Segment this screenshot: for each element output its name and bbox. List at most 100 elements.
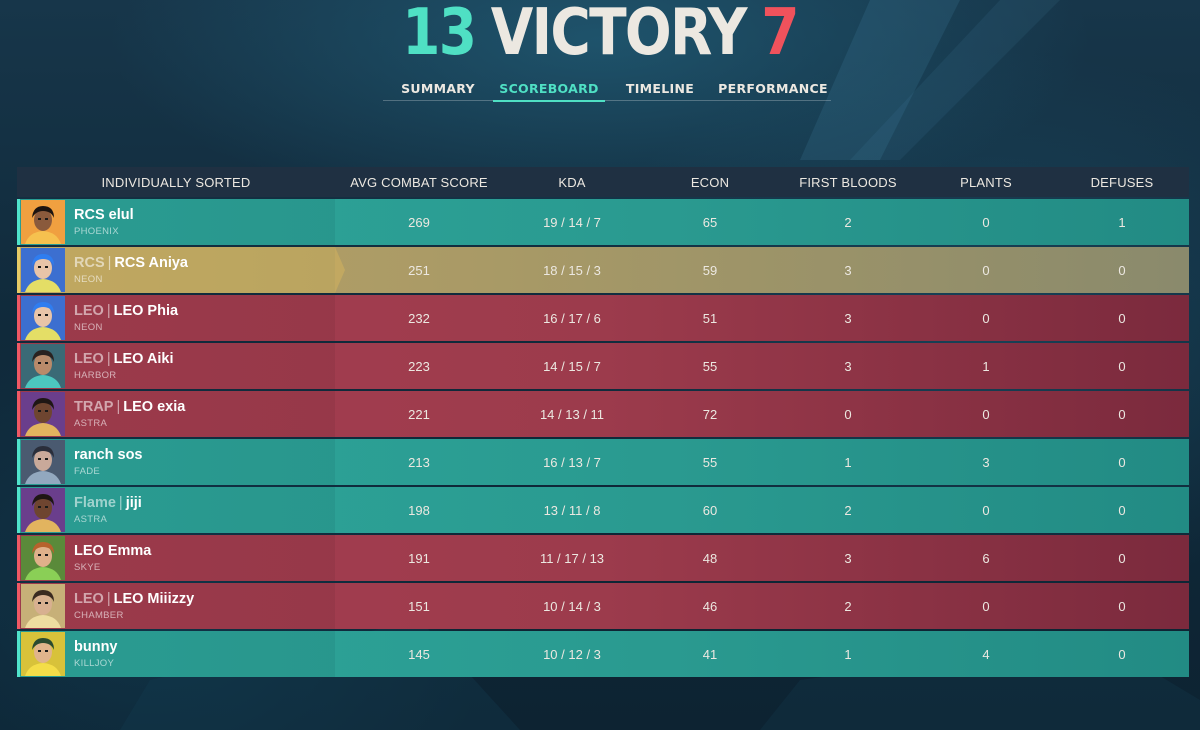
- player-agent-name: PHOENIX: [74, 226, 119, 237]
- astra-portrait-icon[interactable]: [21, 488, 65, 532]
- player-agent-name: NEON: [74, 274, 103, 285]
- player-team-tag: TRAP: [74, 398, 114, 415]
- kda-value: 16 / 13 / 7: [543, 454, 601, 470]
- player-identity: ranch sos FADE: [74, 446, 143, 477]
- player-name-cell: LEO | LEO Aiki HARBOR: [17, 343, 335, 389]
- phoenix-portrait-icon[interactable]: [21, 200, 65, 244]
- plants-value: 0: [982, 406, 990, 422]
- neon-portrait-icon[interactable]: [21, 248, 65, 292]
- kda-value: 18 / 15 / 3: [543, 262, 601, 278]
- player-name[interactable]: LEO Emma: [74, 543, 151, 559]
- player-display-name: bunny: [74, 638, 118, 655]
- plants-value: 0: [982, 598, 990, 614]
- player-name-cell: LEO | LEO Miiizzy CHAMBER: [17, 583, 335, 629]
- acs-value: 223: [408, 358, 430, 374]
- player-row-1[interactable]: RCS elul PHOENIX 269 19 / 14 / 7 65 2 0 …: [17, 199, 1189, 245]
- player-name[interactable]: RCS elul: [74, 207, 134, 223]
- player-display-name: ranch sos: [74, 446, 143, 463]
- plants-value: 0: [982, 262, 990, 278]
- fade-portrait-icon[interactable]: [21, 440, 65, 484]
- kda-value: 19 / 14 / 7: [543, 214, 601, 230]
- player-display-name: RCS Aniya: [114, 254, 188, 271]
- player-agent-name: KILLJOY: [74, 658, 115, 669]
- acs-value: 232: [408, 310, 430, 326]
- econ-value: 65: [702, 214, 718, 230]
- player-team-tag: LEO: [74, 590, 104, 607]
- defuses-value: 0: [1118, 454, 1126, 470]
- team-tag-separator: |: [116, 398, 121, 415]
- acs-value: 221: [408, 406, 430, 422]
- header-individually-sorted[interactable]: INDIVIDUALLY SORTED: [17, 175, 335, 190]
- kda-value: 10 / 14 / 3: [543, 598, 601, 614]
- player-name[interactable]: Flame | jiji: [74, 494, 142, 511]
- plants-value: 6: [982, 550, 990, 566]
- player-name[interactable]: ranch sos: [74, 446, 143, 463]
- team-tag-separator: |: [106, 590, 111, 607]
- header-plants[interactable]: PLANTS: [917, 175, 1055, 190]
- plants-value: 0: [982, 310, 990, 326]
- player-row-3[interactable]: LEO | LEO Phia NEON 232 16 / 17 / 6 51 3 0…: [17, 295, 1189, 341]
- kda-value: 14 / 15 / 7: [543, 358, 601, 374]
- match-result: VICTORY: [490, 0, 748, 70]
- header-econ[interactable]: ECON: [641, 175, 779, 190]
- player-name[interactable]: LEO | LEO Aiki: [74, 351, 173, 367]
- killjoy-portrait-icon[interactable]: [21, 632, 65, 676]
- player-name[interactable]: LEO | LEO Miiizzy: [74, 590, 194, 607]
- tab-timeline[interactable]: TIMELINE: [605, 78, 715, 100]
- player-agent-name: SKYE: [74, 562, 101, 573]
- econ-value: 60: [702, 502, 718, 518]
- tab-scoreboard[interactable]: SCOREBOARD: [493, 78, 605, 102]
- player-row-9[interactable]: LEO | LEO Miiizzy CHAMBER 151 10 / 14 / 3 …: [17, 583, 1189, 629]
- match-score-header: 13 VICTORY 7: [84, 0, 1116, 70]
- player-identity: LEO | LEO Phia NEON: [74, 302, 178, 333]
- acs-value: 198: [408, 502, 430, 518]
- player-team-tag: Flame: [74, 494, 116, 511]
- header-kda[interactable]: KDA: [503, 175, 641, 190]
- player-name-cell: LEO | LEO Phia NEON: [17, 295, 335, 341]
- player-name[interactable]: LEO | LEO Phia: [74, 302, 178, 319]
- player-identity: RCS | RCS Aniya NEON: [74, 254, 188, 285]
- player-row-6[interactable]: ranch sos FADE 213 16 / 13 / 7 55 1 3 0: [17, 439, 1189, 485]
- econ-value: 59: [702, 262, 718, 278]
- header-defuses[interactable]: DEFUSES: [1055, 175, 1189, 190]
- player-name-cell: Flame | jiji ASTRA: [17, 487, 335, 533]
- team-tag-separator: |: [106, 302, 111, 319]
- first-bloods-value: 3: [844, 310, 852, 326]
- econ-value: 72: [702, 406, 718, 422]
- tab-performance[interactable]: PERFORMANCE: [715, 78, 831, 100]
- player-agent-name: NEON: [74, 322, 103, 333]
- player-row-4[interactable]: LEO | LEO Aiki HARBOR 223 14 / 15 / 7 55 3…: [17, 343, 1189, 389]
- econ-value: 51: [702, 310, 718, 326]
- player-row-7[interactable]: Flame | jiji ASTRA 198 13 / 11 / 8 60 2 0 …: [17, 487, 1189, 533]
- team-score: 13: [402, 0, 477, 70]
- plants-value: 0: [982, 214, 990, 230]
- acs-value: 213: [408, 454, 430, 470]
- player-agent-name: ASTRA: [74, 514, 108, 525]
- neon-portrait-icon[interactable]: [21, 296, 65, 340]
- header-first-bloods[interactable]: FIRST BLOODS: [779, 175, 917, 190]
- player-name[interactable]: bunny: [74, 638, 118, 655]
- astra-portrait-icon[interactable]: [21, 392, 65, 436]
- defuses-value: 0: [1118, 406, 1126, 422]
- first-bloods-value: 1: [844, 646, 852, 662]
- kda-value: 13 / 11 / 8: [543, 502, 601, 518]
- player-name[interactable]: RCS | RCS Aniya: [74, 254, 188, 271]
- player-name[interactable]: TRAP | LEO exia: [74, 398, 185, 415]
- chamber-portrait-icon[interactable]: [21, 584, 65, 628]
- skye-portrait-icon[interactable]: [21, 536, 65, 580]
- scoreboard-header-row: INDIVIDUALLY SORTED AVG COMBAT SCORE KDA…: [17, 167, 1189, 197]
- tab-summary[interactable]: SUMMARY: [383, 78, 493, 100]
- player-row-5[interactable]: TRAP | LEO exia ASTRA 221 14 / 13 / 11 72 …: [17, 391, 1189, 437]
- econ-value: 41: [702, 646, 718, 662]
- player-row-2[interactable]: RCS | RCS Aniya NEON 251 18 / 15 / 3 59 3 …: [17, 247, 1189, 293]
- acs-value: 145: [408, 646, 430, 662]
- plants-value: 1: [982, 358, 990, 374]
- harbor-portrait-icon[interactable]: [21, 344, 65, 388]
- player-row-10[interactable]: bunny KILLJOY 145 10 / 12 / 3 41 1 4 0: [17, 631, 1189, 677]
- defuses-value: 0: [1118, 358, 1126, 374]
- acs-value: 191: [408, 550, 430, 566]
- player-row-8[interactable]: LEO Emma SKYE 191 11 / 17 / 13 48 3 6 0: [17, 535, 1189, 581]
- acs-value: 151: [408, 598, 430, 614]
- header-avg-combat-score[interactable]: AVG COMBAT SCORE: [335, 175, 503, 190]
- first-bloods-value: 2: [844, 502, 852, 518]
